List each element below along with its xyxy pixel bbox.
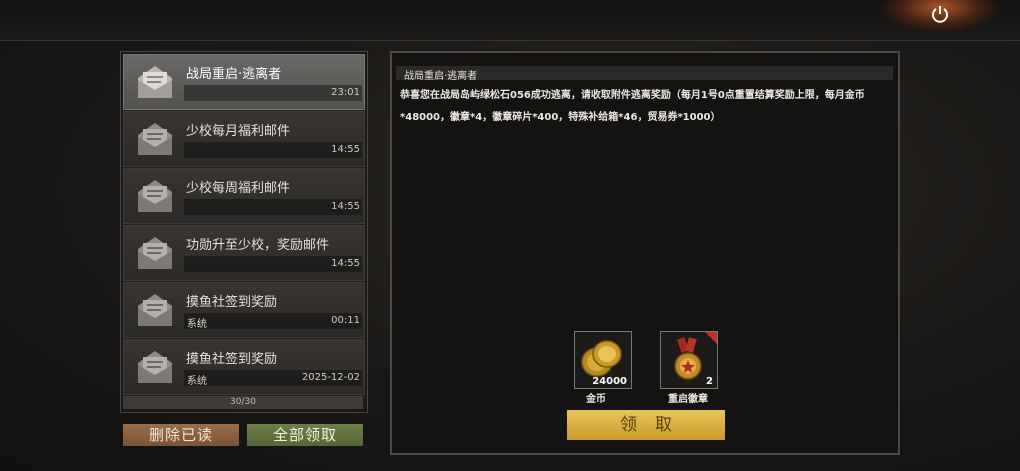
reward-count: 24000 [592,376,627,387]
mail-sender: 系统 [187,319,207,330]
mail-title: 战局重启·逃离者 [186,67,282,82]
mail-sender: 系统 [187,376,207,387]
mail-item[interactable]: 摸鱼社签到奖励 系统 00:11 [123,282,365,338]
reward-slot-gold[interactable]: 24000 [574,331,632,389]
envelope-icon [138,180,172,212]
reward-name: 金币 [586,394,606,405]
mail-item[interactable]: 少校每月福利邮件 14:55 [123,111,365,167]
delete-read-button[interactable]: 删除已读 [123,424,239,446]
reward-name: 重启徽章 [668,394,708,405]
mail-time: 23:01 [331,87,360,98]
power-icon [932,6,948,23]
envelope-icon [138,123,172,155]
claim-button[interactable]: 领取 [567,410,725,440]
power-button[interactable] [926,0,954,28]
mail-item[interactable]: 少校每周福利邮件 14:55 [123,168,365,224]
mail-item[interactable]: 摸鱼社签到奖励 系统 2025-12-02 [123,339,365,395]
top-bar [0,0,1020,41]
claim-all-button[interactable]: 全部领取 [247,424,363,446]
mail-item[interactable]: 战局重启·逃离者 23:01 [123,54,365,110]
mail-count: 30/30 [123,396,363,409]
reward-slot-medal[interactable]: 2 [660,331,718,389]
envelope-icon [138,294,172,326]
envelope-icon [138,237,172,269]
detail-title: 战局重启·逃离者 [404,71,478,82]
mail-time: 00:11 [331,315,360,326]
mail-time: 14:55 [331,258,360,269]
mail-title: 摸鱼社签到奖励 [186,295,278,310]
mail-title: 功勋升至少校，奖励邮件 [186,238,330,253]
mail-item[interactable]: 功勋升至少校，奖励邮件 14:55 [123,225,365,281]
mail-title: 少校每周福利邮件 [186,181,291,196]
envelope-icon [138,66,172,98]
mail-time: 2025-12-02 [301,372,360,383]
mail-time: 14:55 [331,144,360,155]
detail-body: 恭喜您在战局岛屿绿松石056成功逃离，请收取附件逃离奖励（每月1号0点重置结算奖… [400,90,865,123]
mail-title: 摸鱼社签到奖励 [186,352,278,367]
envelope-icon [138,351,172,383]
mail-detail-panel: 战局重启·逃离者 恭喜您在战局岛屿绿松石056成功逃离，请收取附件逃离奖励（每月… [390,51,900,455]
reward-count: 2 [706,376,713,387]
mail-title: 少校每月福利邮件 [186,124,291,139]
mail-list-panel: 战局重启·逃离者 23:01 少校每月福利邮件 14:55 少校每周福利邮件 1… [120,51,368,413]
mail-time: 14:55 [331,201,360,212]
